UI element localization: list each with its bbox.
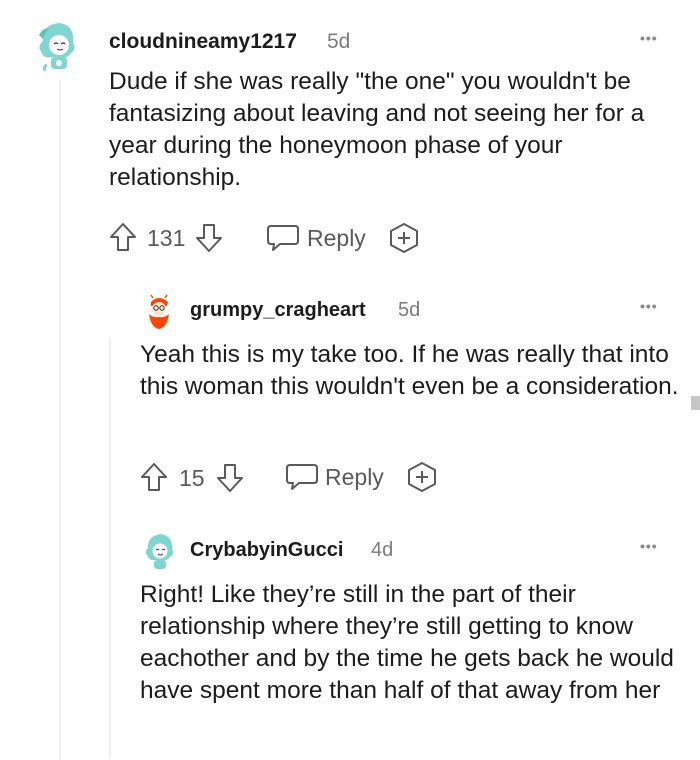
award-button[interactable] (406, 461, 438, 493)
upvote-button[interactable] (139, 461, 169, 493)
user-avatar[interactable] (33, 17, 83, 73)
comment-bubble-icon (267, 225, 299, 251)
comment-age: 4d (371, 539, 394, 561)
scrollbar-thumb[interactable] (691, 396, 700, 410)
user-avatar[interactable] (141, 530, 179, 572)
downvote-button[interactable] (194, 222, 224, 254)
upvote-arrow-icon (110, 223, 136, 251)
award-plus-icon (390, 223, 418, 253)
avatar-teal-hair-icon (142, 533, 178, 569)
comment-age: 5d (398, 299, 421, 321)
thread-line-root[interactable] (59, 80, 61, 760)
avatar-teal-hair-icon (33, 20, 83, 72)
more-options-icon[interactable]: ••• (640, 538, 658, 554)
comment-username[interactable]: grumpy_cragheart (190, 299, 366, 322)
thread-line-reply[interactable] (109, 338, 111, 758)
reply-button[interactable]: Reply (266, 223, 366, 253)
vote-count: 15 (179, 465, 205, 491)
downvote-arrow-icon (196, 224, 222, 252)
more-options-icon[interactable]: ••• (640, 298, 658, 314)
award-button[interactable] (388, 222, 420, 254)
avatar-orange-beard-icon (142, 294, 176, 329)
downvote-arrow-icon (217, 464, 243, 492)
downvote-button[interactable] (215, 462, 245, 494)
comment-username[interactable]: CrybabyinGucci (190, 539, 343, 562)
comment-body: Dude if she was really "the one" you wou… (109, 68, 645, 191)
vote-count: 131 (147, 225, 186, 251)
reply-label: Reply (307, 224, 366, 251)
comment-age: 5d (327, 30, 351, 53)
upvote-button[interactable] (108, 221, 138, 253)
award-plus-icon (408, 462, 436, 492)
reply-label: Reply (325, 463, 384, 490)
comment-bubble-icon (286, 464, 318, 490)
more-options-icon[interactable]: ••• (640, 30, 658, 46)
comment-username[interactable]: cloudnineamy1217 (109, 30, 297, 54)
comment-body: Yeah this is my take too. If he was real… (140, 341, 679, 400)
user-avatar[interactable] (141, 292, 177, 332)
upvote-arrow-icon (141, 463, 167, 491)
reply-button[interactable]: Reply (285, 462, 384, 492)
comment-body: Right! Like they’re still in the part of… (140, 581, 674, 704)
